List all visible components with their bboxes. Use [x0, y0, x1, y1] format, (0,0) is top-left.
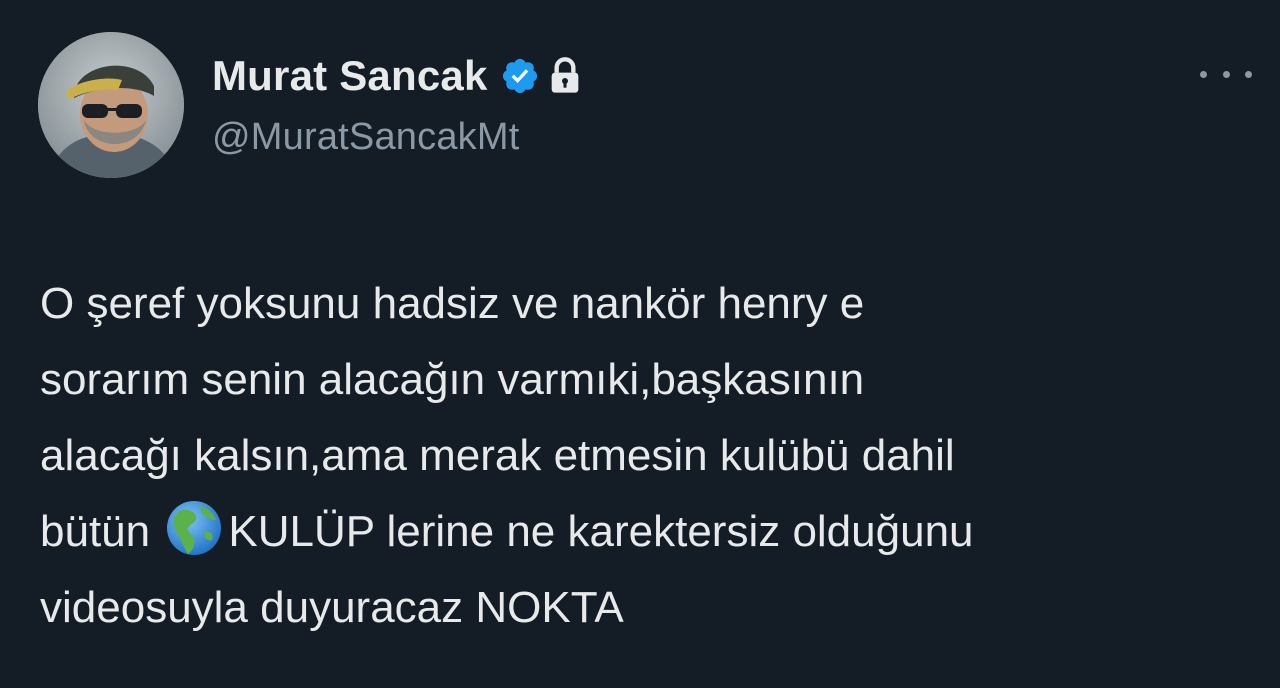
- more-dot: [1222, 70, 1230, 78]
- tweet-text-line: alacağı kalsın,ama merak etmesin kulübü …: [40, 431, 955, 480]
- tweet-text-line: O şeref yoksunu hadsiz ve nankör henry e: [40, 279, 865, 328]
- tweet-text: O şeref yoksunu hadsiz ve nankör henry e…: [40, 266, 1250, 646]
- more-horizontal-icon: [1200, 70, 1207, 78]
- more-dot: [1245, 70, 1252, 78]
- lock-icon: [548, 56, 582, 96]
- display-name[interactable]: Murat Sancak: [212, 52, 488, 100]
- tweet-text-segment: KULÜP lerine ne karektersiz olduğunu: [228, 507, 974, 556]
- globe-americas-icon: [164, 498, 224, 558]
- verified-badge-icon[interactable]: [500, 56, 540, 96]
- user-handle[interactable]: @MuratSancakMt: [212, 116, 582, 159]
- tweet-text-segment: bütün: [40, 507, 163, 556]
- tweet-text-line: bütün KULÜP lerine ne karektersiz olduğu…: [40, 494, 1250, 570]
- tweet-card: Murat Sancak @MuratSancakMt O şeref yoks…: [0, 0, 1280, 688]
- tweet-text-line: sorarım senin alacağın varmıki,başkasını…: [40, 355, 865, 404]
- name-row: Murat Sancak: [212, 50, 582, 102]
- avatar[interactable]: [38, 32, 184, 178]
- tweet-header: Murat Sancak @MuratSancakMt: [212, 50, 582, 159]
- more-options-button[interactable]: [1200, 60, 1252, 88]
- avatar-photo-icon: [38, 32, 184, 178]
- tweet-text-line: videosuyla duyuracaz NOKTA: [40, 583, 624, 632]
